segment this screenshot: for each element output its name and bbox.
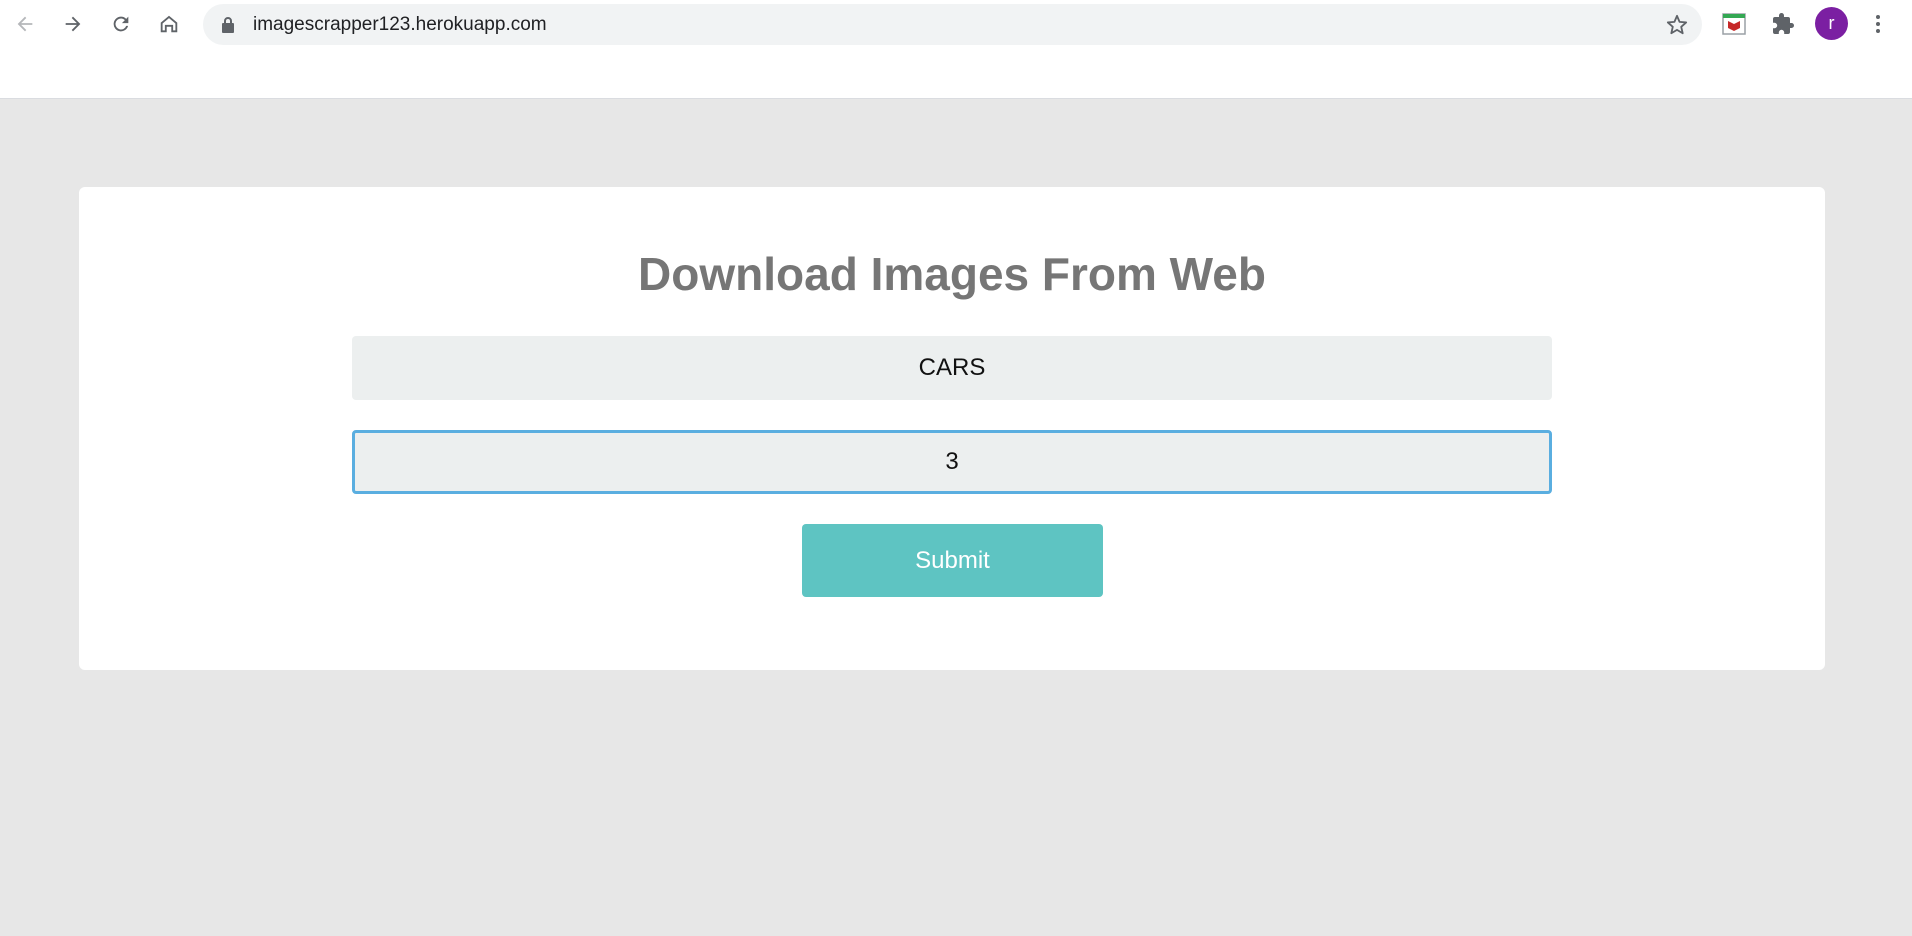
reload-icon xyxy=(113,16,129,32)
reload-button[interactable] xyxy=(105,8,137,40)
lock-icon xyxy=(222,17,234,33)
form-card: Download Images From Web Submit xyxy=(79,187,1825,670)
mcafee-extension-button[interactable] xyxy=(1718,8,1750,40)
home-icon xyxy=(160,15,178,33)
url-text: imagescrapper123.herokuapp.com xyxy=(253,14,547,35)
forward-button[interactable] xyxy=(57,8,89,40)
image-count-input[interactable] xyxy=(352,430,1552,494)
bookmarks-strip xyxy=(0,48,1912,99)
mcafee-extension-icon xyxy=(1722,13,1746,35)
forward-arrow-icon xyxy=(65,16,81,32)
search-term-input[interactable] xyxy=(352,336,1552,400)
profile-avatar[interactable]: r xyxy=(1815,7,1848,40)
home-button[interactable] xyxy=(153,8,185,40)
browser-toolbar: imagescrapper123.herokuapp.com r xyxy=(0,0,1912,48)
kebab-menu-icon xyxy=(1876,15,1880,33)
back-arrow-icon xyxy=(17,16,33,32)
puzzle-icon xyxy=(1773,13,1794,34)
star-icon[interactable] xyxy=(1666,14,1688,36)
back-button[interactable] xyxy=(9,8,41,40)
submit-button[interactable]: Submit xyxy=(802,524,1103,597)
page-title: Download Images From Web xyxy=(638,248,1266,300)
address-bar[interactable]: imagescrapper123.herokuapp.com xyxy=(203,4,1702,45)
browser-menu-button[interactable] xyxy=(1862,8,1894,40)
extensions-button[interactable] xyxy=(1767,8,1799,40)
